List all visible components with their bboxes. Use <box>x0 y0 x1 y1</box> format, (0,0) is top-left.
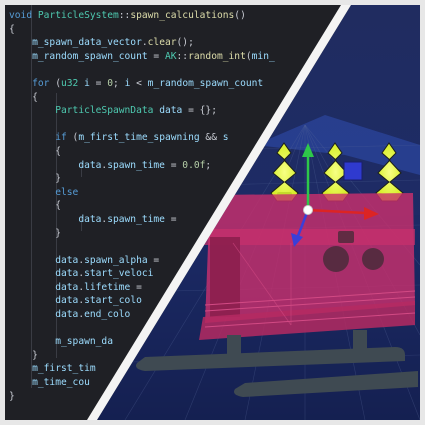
code-token: = <box>130 281 142 293</box>
code-token: data <box>55 295 79 307</box>
code-token: void <box>9 10 33 21</box>
code-token: } <box>9 349 38 361</box>
code-token: for <box>32 77 50 89</box>
code-line[interactable]: m_random_spawn_count = AK::random_int(mi… <box>9 50 275 64</box>
split-screen: void ParticleSystem::spawn_calculations(… <box>5 5 420 420</box>
plane-handle[interactable] <box>343 161 363 181</box>
code-token: (); <box>176 37 194 49</box>
code-token: random_int <box>188 50 246 62</box>
code-line[interactable]: void ParticleSystem::spawn_calculations(… <box>9 9 275 23</box>
code-token: :: <box>176 50 189 62</box>
code-token: else <box>55 186 79 198</box>
code-token: if <box>55 132 67 144</box>
code-token: m_spawn_data_vector <box>32 37 142 49</box>
code-line[interactable]: { <box>9 145 275 159</box>
code-token: ; <box>205 159 212 171</box>
code-token: spawn_time <box>107 213 165 225</box>
code-token: u32 <box>61 77 79 89</box>
code-token: 0.0f <box>182 159 206 171</box>
code-token: < <box>130 77 148 89</box>
code-token: = <box>164 213 177 225</box>
code-token: m_first_time_spawning <box>78 132 200 144</box>
code-token: ( <box>49 77 61 89</box>
code-token: :: <box>118 10 131 21</box>
code-line[interactable] <box>9 63 275 77</box>
code-token: () <box>234 10 246 21</box>
code-token: lifetime <box>84 281 131 293</box>
code-token: data <box>55 309 79 321</box>
code-token: { <box>9 91 38 103</box>
code-token: { <box>9 23 15 35</box>
code-token: data <box>55 254 79 266</box>
code-token: ParticleSpawnData <box>55 105 154 117</box>
code-token: clear <box>147 37 177 49</box>
code-token: min_ <box>251 50 275 62</box>
code-token: m_random_spawn_count <box>147 77 264 89</box>
screenshot-frame: void ParticleSystem::spawn_calculations(… <box>0 0 425 425</box>
code-line[interactable]: if (m_first_time_spawning && s <box>9 131 275 145</box>
vehicle-vent <box>338 231 354 243</box>
code-token: = <box>147 254 160 266</box>
code-token: { <box>9 200 61 212</box>
code-token: spawn_calculations <box>130 10 235 21</box>
code-token: m_random_spawn_count <box>32 50 148 62</box>
code-token: = <box>164 159 183 171</box>
code-token: AK <box>164 50 177 62</box>
code-token: data <box>78 159 102 171</box>
code-token: data <box>55 268 79 280</box>
code-token: } <box>9 227 61 239</box>
code-token: = <box>89 77 108 89</box>
code-line[interactable]: { <box>9 23 275 37</box>
code-line[interactable]: } <box>9 172 275 186</box>
code-token: ParticleSystem <box>37 10 119 21</box>
code-line[interactable]: for (u32 i = 0; i < m_random_spawn_count <box>9 77 275 91</box>
code-line[interactable]: data.spawn_time = 0.0f; <box>9 159 275 173</box>
code-token: m_spawn_da <box>55 336 113 348</box>
code-token: start_veloci <box>84 268 154 280</box>
code-token: ( <box>66 132 79 144</box>
code-token: && <box>199 132 223 144</box>
code-token: data <box>55 281 79 293</box>
code-token: data <box>159 105 183 117</box>
code-token: s <box>222 132 229 144</box>
code-token: end_colo <box>84 309 131 321</box>
code-token: spawn_alpha <box>84 254 148 266</box>
code-token: m_first_tim <box>32 363 96 375</box>
vehicle-hole <box>362 248 384 270</box>
code-line[interactable]: { <box>9 91 275 105</box>
code-token: data <box>78 213 102 225</box>
gizmo-center[interactable] <box>303 205 313 215</box>
vehicle-hole <box>323 246 349 272</box>
code-token: { <box>9 145 61 157</box>
code-line[interactable] <box>9 118 275 132</box>
code-token: } <box>9 173 61 185</box>
code-line[interactable]: ParticleSpawnData data = {}; <box>9 104 275 118</box>
code-token: } <box>9 390 15 402</box>
code-token: spawn_time <box>107 159 165 171</box>
code-token: = {}; <box>182 105 217 117</box>
code-token: start_colo <box>84 295 142 307</box>
code-token: = <box>147 50 165 62</box>
code-line[interactable]: m_spawn_data_vector.clear(); <box>9 36 275 50</box>
code-token: m_time_cou <box>32 377 90 389</box>
code-token: ; <box>113 77 125 89</box>
vehicle-door <box>210 237 240 317</box>
